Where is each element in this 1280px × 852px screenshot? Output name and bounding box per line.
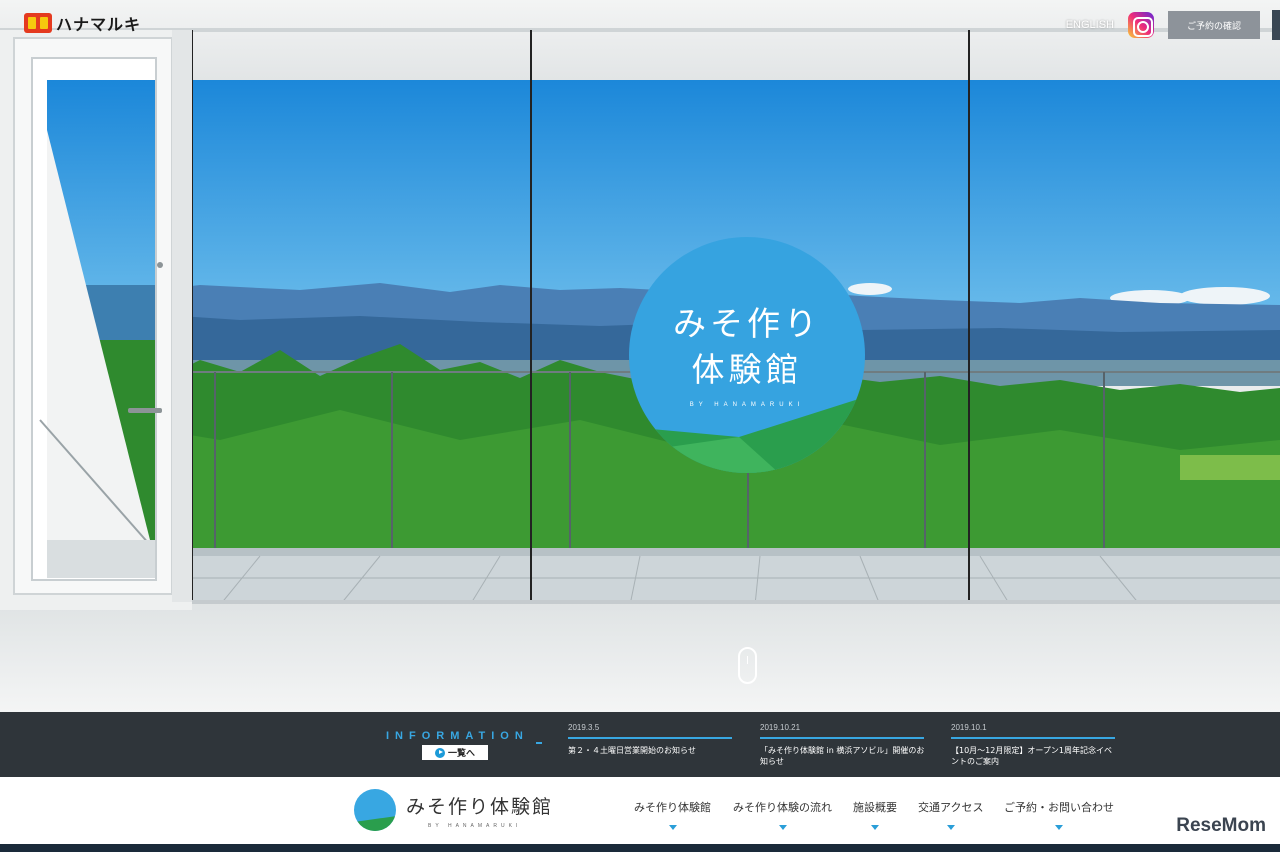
- logo-subtitle: BY HANAMARUKI: [689, 402, 805, 408]
- nav-item-contact[interactable]: ご予約・お問い合わせ: [1004, 799, 1114, 830]
- information-heading: INFORMATION: [386, 730, 529, 742]
- top-nav: ENGLISH ご予約の確認: [1066, 10, 1280, 40]
- news-divider: [951, 737, 1115, 739]
- footer-logo-icon[interactable]: [354, 789, 396, 831]
- page-bottom-edge: [0, 844, 1280, 852]
- brand-logo[interactable]: ハナマルキ: [24, 12, 141, 34]
- nav-item-flow[interactable]: みそ作り体験の流れ: [733, 799, 832, 830]
- chevron-down-icon: [778, 825, 787, 830]
- instagram-icon[interactable]: [1128, 12, 1154, 38]
- news-date: 2019.10.1: [951, 723, 987, 732]
- nav-item-facility[interactable]: みそ作り体験館: [634, 799, 711, 830]
- nav-item-label: ご予約・お問い合わせ: [1004, 801, 1114, 814]
- footer-logo-text[interactable]: みそ作り体験館: [406, 792, 553, 819]
- nav-item-label: 交通アクセス: [918, 801, 984, 814]
- play-circle-icon: [434, 747, 445, 758]
- view-all-label: 一覧へ: [447, 749, 475, 759]
- chevron-down-icon: [946, 825, 955, 830]
- nav-item-label: 施設概要: [853, 801, 897, 814]
- resemom-watermark: ReseMom: [1176, 815, 1266, 836]
- brand-mark-icon: [24, 13, 52, 33]
- nav-item-label: みそ作り体験の流れ: [733, 801, 832, 814]
- information-bar: INFORMATION 一覧へ 2019.3.5 第２・４土曜日営業開始のお知ら…: [0, 712, 1280, 777]
- news-title: 「みそ作り体験館 in 横浜アソビル」開催のお知らせ: [760, 746, 925, 766]
- nav-item-access[interactable]: 交通アクセス: [918, 799, 983, 830]
- news-date: 2019.3.5: [568, 723, 600, 732]
- logo-title-line2: 体験館: [691, 350, 803, 389]
- news-item[interactable]: 2019.10.1 【10月～12月限定】オープン1周年記念イベントのご案内: [951, 723, 1117, 767]
- brand-name: ハナマルキ: [56, 15, 142, 34]
- reservation-check-button[interactable]: ご予約の確認: [1168, 11, 1260, 39]
- english-link[interactable]: ENGLISH: [1066, 19, 1114, 31]
- news-item[interactable]: 2019.10.21 「みそ作り体験館 in 横浜アソビル」開催のお知らせ: [760, 723, 926, 767]
- chevron-down-icon: [871, 825, 879, 830]
- hero-visual: ハナマルキ ENGLISH ご予約の確認 みそ作り 体験館 BY HANAMAR…: [0, 0, 1280, 712]
- nav-item-overview[interactable]: 施設概要: [853, 799, 897, 830]
- news-divider: [760, 737, 924, 739]
- news-date: 2019.10.21: [760, 723, 801, 732]
- menu-edge-tab[interactable]: [1272, 10, 1280, 40]
- chevron-down-icon: [668, 825, 677, 830]
- footer-logo-subtitle: BY HANAMARUKI: [428, 823, 522, 829]
- heading-accent: [536, 742, 542, 744]
- chevron-down-icon: [1055, 825, 1063, 830]
- news-title: 【10月～12月限定】オープン1周年記念イベントのご案内: [951, 746, 1112, 766]
- logo-title-line1: みそ作り: [673, 304, 821, 343]
- scroll-mouse-icon[interactable]: [738, 647, 757, 684]
- global-nav: みそ作り体験館 BY HANAMARUKI みそ作り体験館 みそ作り体験の流れ …: [0, 777, 1280, 844]
- news-divider: [568, 737, 732, 739]
- view-all-button[interactable]: 一覧へ: [422, 745, 488, 760]
- news-title: 第２・４土曜日営業開始のお知らせ: [568, 746, 696, 755]
- nav-item-label: みそ作り体験館: [634, 801, 711, 814]
- hero-circle-logo: みそ作り 体験館 BY HANAMARUKI: [629, 237, 865, 473]
- news-item[interactable]: 2019.3.5 第２・４土曜日営業開始のお知らせ: [568, 723, 734, 756]
